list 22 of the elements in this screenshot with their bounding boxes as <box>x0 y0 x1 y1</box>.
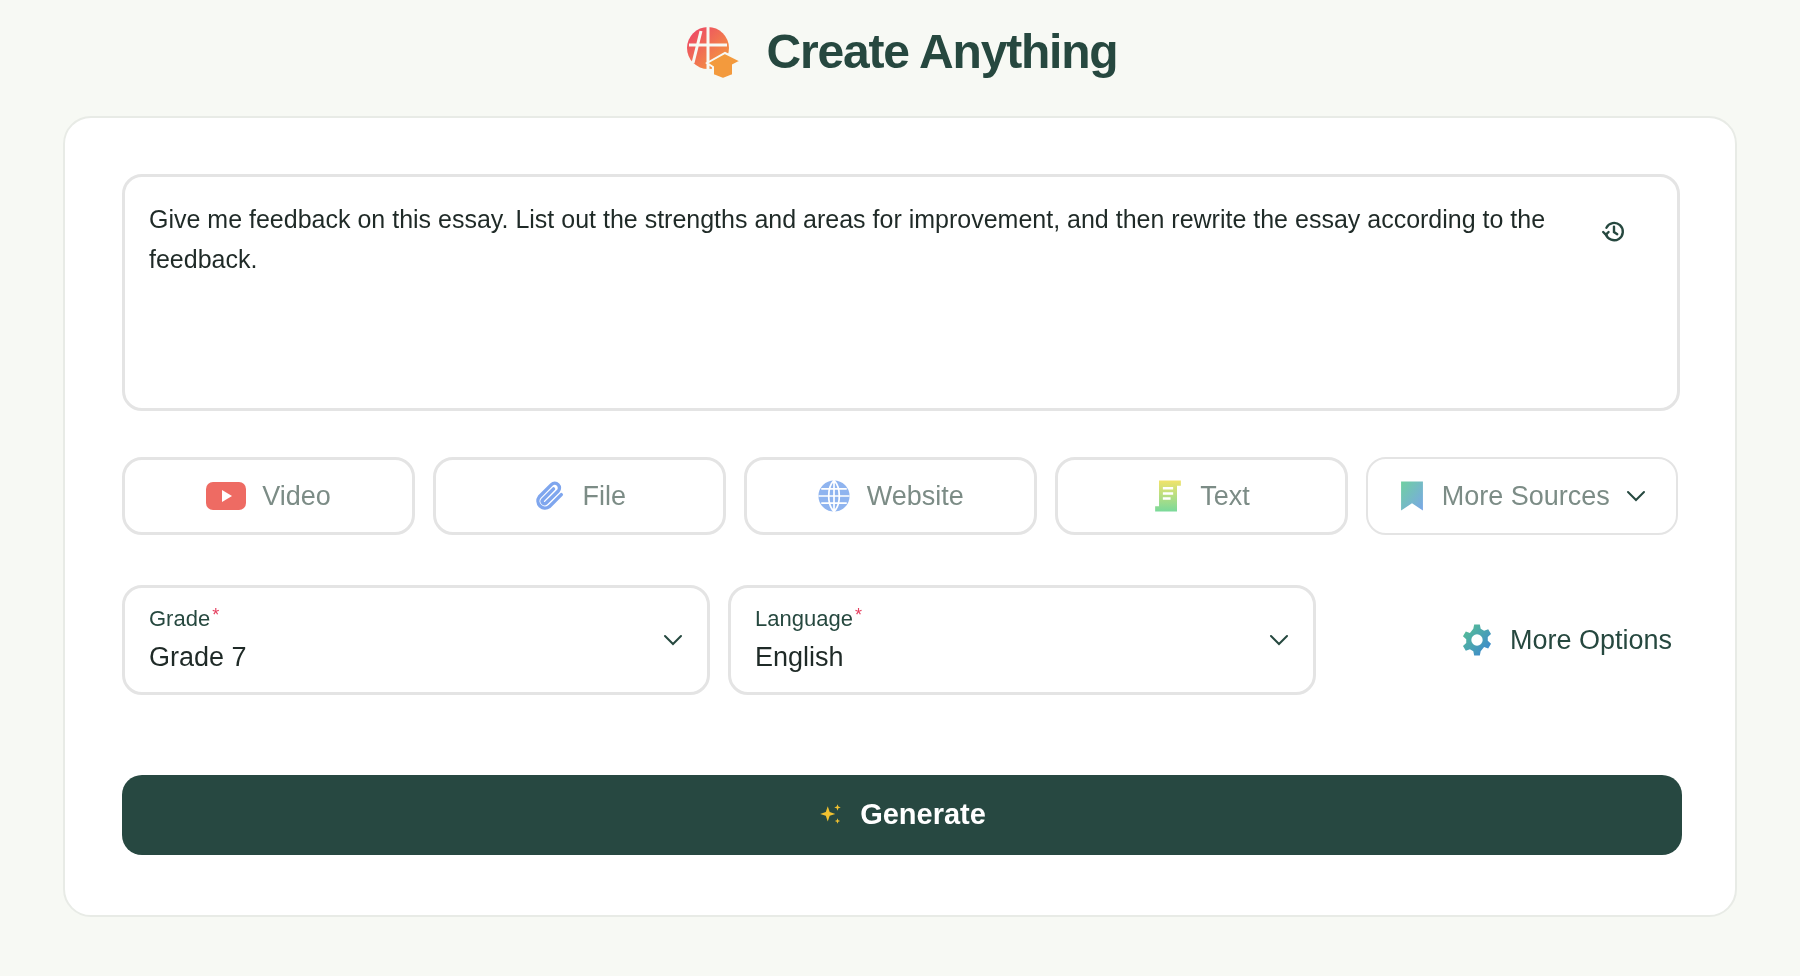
source-button[interactable]: Website <box>743 457 1037 535</box>
field-label: Language* <box>755 604 863 634</box>
source-button[interactable]: File <box>432 457 726 535</box>
gear-icon <box>1460 623 1494 657</box>
page-title: Create Anything <box>766 24 1118 80</box>
chevron-down-icon <box>663 634 683 646</box>
more-options-button[interactable]: More Options <box>1460 619 1673 661</box>
chevron-down-icon <box>1625 490 1646 502</box>
globe-icon <box>816 479 851 513</box>
field-label: Grade* <box>149 604 221 634</box>
field-value: Grade 7 <box>149 641 248 675</box>
prompt-text: Give me feedback on this essay. List out the strengths and areas for improvement, and then rewrite the essay according to the feedback. <box>149 204 1547 275</box>
prompt-input[interactable]: Give me feedback on this essay. List out the strengths and areas for improvement, and then rewrite the essay according to the feedback. <box>122 174 1680 411</box>
source-button[interactable]: More Sources <box>1365 457 1678 535</box>
chevron-down-icon <box>1269 634 1289 646</box>
dropdown-select[interactable]: Grade* Grade 7 <box>122 585 710 695</box>
source-button[interactable]: Text <box>1054 457 1348 535</box>
video-play-icon <box>206 482 247 510</box>
dropdown-select[interactable]: Language* English <box>728 585 1316 695</box>
field-value: English <box>755 641 845 675</box>
source-button[interactable]: Video <box>122 457 415 535</box>
generate-button[interactable]: Generate <box>122 775 1682 855</box>
